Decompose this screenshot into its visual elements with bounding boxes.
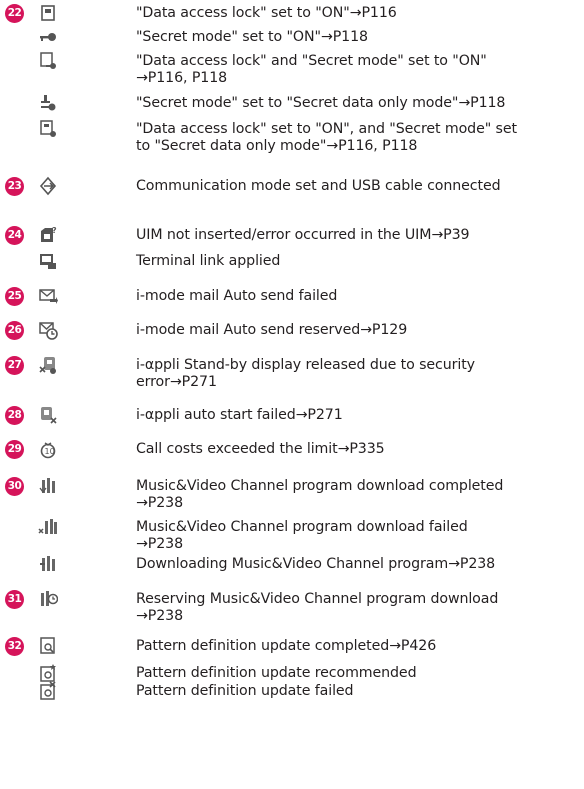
icon-legend-page: 22 "Data access lock" set to "ON"→P116 "Se… <box>0 0 584 789</box>
iappli-autostart-failed-icon <box>38 405 58 425</box>
pattern-update-recommended-icon <box>38 663 58 683</box>
entry-number-badge: 26 <box>5 321 24 340</box>
entry-number-badge: 24 <box>5 226 24 245</box>
entry-description: Terminal link applied <box>136 253 281 269</box>
entry-number-badge: 25 <box>5 287 24 306</box>
uim-error-icon: ? <box>38 225 58 245</box>
entry-number-badge: 23 <box>5 177 24 196</box>
entry-description: "Secret mode" set to "Secret data only m… <box>136 95 506 111</box>
key-icon <box>38 27 58 47</box>
entry-description: "Secret mode" set to "ON"→P118 <box>136 29 368 45</box>
entry-description: "Data access lock" set to "ON", and "Sec… <box>136 121 517 154</box>
entry-description: i-αppli Stand-by display released due to… <box>136 357 475 390</box>
secret-data-icon <box>38 93 58 113</box>
entry-description: i-mode mail Auto send reserved→P129 <box>136 322 408 338</box>
pattern-update-completed-icon <box>38 636 58 656</box>
lock-icon <box>38 3 58 23</box>
lock-secret-data-icon <box>38 119 58 139</box>
entry-number-badge: 29 <box>5 440 24 459</box>
pattern-update-failed-icon <box>38 681 58 701</box>
entry-description: Reserving Music&Video Channel program do… <box>136 591 499 624</box>
entry-number-badge: 28 <box>5 406 24 425</box>
entry-description: Call costs exceeded the limit→P335 <box>136 441 385 457</box>
entry-description: "Data access lock" set to "ON"→P116 <box>136 5 397 21</box>
entry-description: Music&Video Channel program download com… <box>136 478 504 511</box>
entry-description: Music&Video Channel program download fai… <box>136 519 468 552</box>
entry-description: i-αppli auto start failed→P271 <box>136 407 343 423</box>
svg-text:?: ? <box>52 226 57 235</box>
entry-description: Pattern definition update failed <box>136 683 354 699</box>
entry-number-badge: 32 <box>5 637 24 656</box>
channel-reserve-icon <box>38 589 58 609</box>
entry-description: Pattern definition update recommended <box>136 665 417 681</box>
entry-description: UIM not inserted/error occurred in the U… <box>136 227 470 243</box>
call-cost-icon: 10 <box>38 439 58 459</box>
terminal-link-icon <box>38 251 58 271</box>
entry-number-badge: 27 <box>5 356 24 375</box>
channel-downloading-icon <box>38 554 58 574</box>
iappli-security-error-icon <box>38 355 58 375</box>
channel-download-failed-icon <box>38 517 58 537</box>
entry-description: Communication mode set and USB cable con… <box>136 178 501 194</box>
entry-description: Downloading Music&Video Channel program→… <box>136 556 496 572</box>
mail-send-failed-icon <box>38 286 58 306</box>
entry-number-badge: 30 <box>5 477 24 496</box>
entry-number-badge: 31 <box>5 590 24 609</box>
entry-description: Pattern definition update completed→P426 <box>136 638 437 654</box>
entry-number-badge: 22 <box>5 4 24 23</box>
channel-download-completed-icon <box>38 476 58 496</box>
svg-text:10: 10 <box>45 447 55 456</box>
mail-send-reserved-icon <box>38 320 58 340</box>
entry-description: "Data access lock" and "Secret mode" set… <box>136 53 487 86</box>
entry-description: i-mode mail Auto send failed <box>136 288 338 304</box>
usb-communication-icon <box>38 176 58 196</box>
lock-key-icon <box>38 51 58 71</box>
